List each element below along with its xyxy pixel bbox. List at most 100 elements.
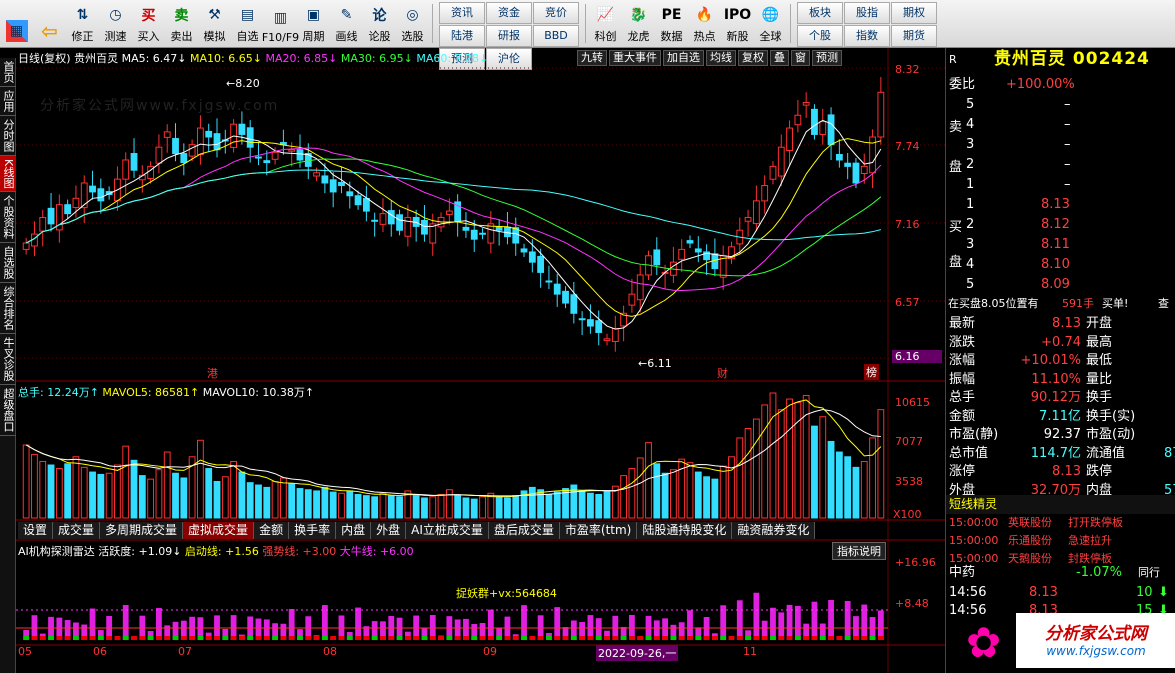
volume-bar <box>421 497 428 519</box>
ai-base-bar <box>496 636 503 640</box>
chart-tool-button[interactable]: 九转 <box>577 50 607 66</box>
volume-bar <box>97 473 105 519</box>
candle-body <box>197 127 204 156</box>
board-marker[interactable]: 榜 <box>864 364 879 380</box>
indicator-tab[interactable]: 多周期成交量 <box>100 522 184 539</box>
chart-tool-button[interactable]: 加自选 <box>663 50 704 66</box>
indicator-tab[interactable]: 金额 <box>254 522 290 539</box>
indicator-tab[interactable]: 成交量 <box>53 522 101 539</box>
info-button[interactable]: 资讯 <box>439 2 485 24</box>
elf-stock[interactable]: 英联股份 <box>1008 513 1052 532</box>
mavol10-line <box>25 409 881 497</box>
sell-icon: 卖 <box>174 8 189 24</box>
speed-button[interactable]: ◷ 测速 <box>99 0 132 47</box>
volume-bar <box>89 471 96 519</box>
hk-marker[interactable]: 港 <box>207 365 218 381</box>
candle-body <box>122 159 130 180</box>
market-button[interactable]: 期权 <box>891 2 937 24</box>
market-button[interactable]: 期货 <box>891 25 937 47</box>
info-button[interactable]: 研报 <box>486 25 532 47</box>
r-flag: R <box>949 53 957 66</box>
stat-label-right: 开盘 <box>1086 316 1113 331</box>
ai-bar <box>156 608 162 640</box>
market-button[interactable]: 板块 <box>797 2 843 24</box>
market-button[interactable]: 个股 <box>797 25 843 47</box>
period-label[interactable]: 日线(复权) <box>18 52 71 65</box>
grid-icon: ▦ <box>5 20 28 42</box>
volume-bar <box>445 489 453 519</box>
elf-stock[interactable]: 乐通股份 <box>1008 531 1052 550</box>
toolbar-mid-button[interactable]: IPO 新股 <box>721 0 754 47</box>
indicator-tab[interactable]: 陆股通持股变化 <box>637 522 733 539</box>
indicator-tab[interactable]: 融资融券变化 <box>732 522 816 539</box>
chart-tool-button[interactable]: 重大事件 <box>609 50 661 66</box>
chart-tool-button[interactable]: 复权 <box>738 50 768 66</box>
toolbar-mid-button[interactable]: 📈 科创 <box>589 0 622 47</box>
toolbar-mid-button[interactable]: 🐉 龙虎 <box>622 0 655 47</box>
info-button[interactable]: 竞价 <box>533 2 579 24</box>
hammer-button[interactable]: ⚒ 模拟 <box>198 0 231 47</box>
stat-row: 总手 90.12万 换手 <box>946 388 1175 407</box>
indicator-help-button[interactable]: 指标说明 <box>832 542 886 560</box>
sector-name[interactable]: 中药 <box>949 563 975 582</box>
volume-bar <box>371 496 379 519</box>
discuss-button[interactable]: 论论股 <box>363 0 396 47</box>
ai-axis-label: +8.48 <box>895 597 929 610</box>
volume-bar <box>213 480 221 519</box>
indicator-tab[interactable]: 内盘 <box>336 522 372 539</box>
candle-body <box>744 216 752 222</box>
toolbar-mid-button[interactable]: 🌐 全球 <box>754 0 787 47</box>
select-button[interactable]: ◎ 选股 <box>396 0 429 47</box>
toolbar-mid-button[interactable]: 🔥 热点 <box>688 0 721 47</box>
pen-icon: ✎ <box>340 7 353 23</box>
indicator-tab[interactable]: 设置 <box>18 522 54 539</box>
weibi-value: +100.00% <box>1006 77 1075 92</box>
info-button[interactable]: 资金 <box>486 2 532 24</box>
indicator-tab[interactable]: 盘后成交量 <box>488 522 560 539</box>
indicator-tab[interactable]: 虚拟成交量 <box>183 522 255 539</box>
market-button[interactable]: 指数 <box>844 25 890 47</box>
date-label: 07 <box>178 645 192 658</box>
ai-base-bar <box>438 636 444 640</box>
indicator-tab[interactable]: 市盈率(ttm) <box>559 522 638 539</box>
buy-button[interactable]: 买买入 <box>132 0 165 47</box>
chart-tool-button[interactable]: 窗 <box>791 50 810 66</box>
updown-icon: ⇅ <box>76 7 89 23</box>
volume-bar <box>470 498 478 519</box>
chart-tool-button[interactable]: 预测 <box>812 50 842 66</box>
ai-base-bar <box>131 636 137 640</box>
indicator-tab[interactable]: AI立桩成交量 <box>406 522 489 539</box>
indicator-tab[interactable]: 换手率 <box>289 522 337 539</box>
chart-tool-button[interactable]: 均线 <box>706 50 736 66</box>
finance-marker[interactable]: 财 <box>717 365 728 381</box>
updown-button[interactable]: ⇅ 修正 <box>66 0 99 47</box>
info-button[interactable]: BBD <box>533 25 579 47</box>
period-icon: ▣ <box>306 7 321 23</box>
folder-button[interactable]: ▤ 自选 <box>231 0 264 47</box>
volume-bar <box>545 493 553 519</box>
sector-peers[interactable]: 同行 <box>1138 563 1160 582</box>
indicator-tab[interactable]: 外盘 <box>371 522 407 539</box>
f10-button[interactable]: ▥ F10/F9 <box>262 0 299 47</box>
back-arrow-button[interactable]: ⇦ <box>33 0 66 47</box>
sell-button[interactable]: 卖卖出 <box>165 0 198 47</box>
grid-button[interactable]: ▦ <box>0 0 33 47</box>
stock-name-label: 贵州百灵 <box>74 52 119 65</box>
pen-button[interactable]: ✎ 画线 <box>330 0 363 47</box>
volume-bar <box>313 490 320 519</box>
ai-bar <box>487 609 494 640</box>
market-button[interactable]: 股指 <box>844 2 890 24</box>
ai-base-bar <box>73 636 79 640</box>
big-order-more[interactable]: 查 <box>1158 294 1169 313</box>
info-button[interactable]: 陆港 <box>439 25 485 47</box>
period-button[interactable]: ▣ 周期 <box>297 0 330 47</box>
chart-tool-button[interactable]: 叠 <box>770 50 789 66</box>
candle-body <box>338 182 345 187</box>
volume-bar <box>147 478 155 519</box>
ai-base-bar <box>429 636 436 640</box>
bid-level: 5 <box>966 277 975 292</box>
ask-level: 5 <box>966 97 975 112</box>
kline-chart[interactable] <box>0 48 945 673</box>
candle-body <box>587 319 594 327</box>
toolbar-mid-button[interactable]: PE 数据 <box>655 0 688 47</box>
